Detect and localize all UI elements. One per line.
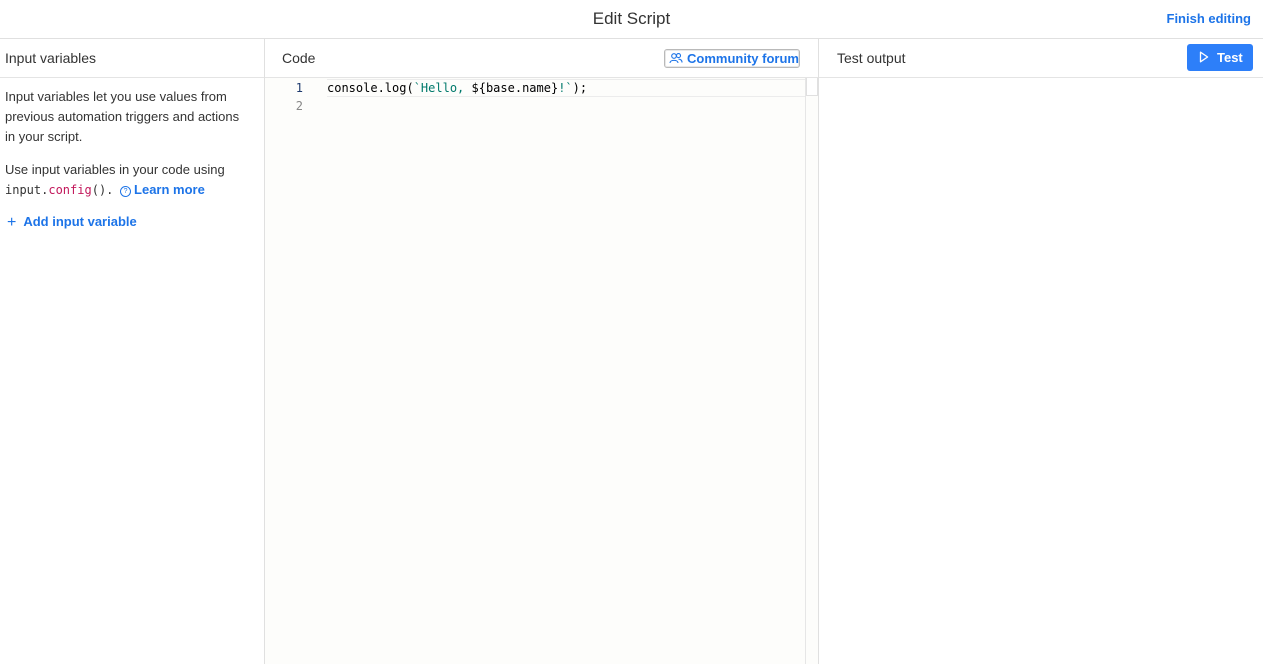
help-icon[interactable]: ? xyxy=(120,186,132,197)
input-variables-title: Input variables xyxy=(5,50,97,66)
top-bar: Edit Script Finish editing xyxy=(0,0,1263,39)
play-icon xyxy=(1199,51,1209,63)
usage-code: input.config(). xyxy=(5,183,113,197)
test-button[interactable]: Test xyxy=(1187,44,1253,71)
finish-editing-button[interactable]: Finish editing xyxy=(1167,11,1252,26)
code-header: Code Community forum xyxy=(265,39,818,78)
editor-scrollbar[interactable] xyxy=(806,78,818,96)
input-variables-description: Input variables let you use values from … xyxy=(5,89,240,144)
usage-code-suffix: (). xyxy=(91,183,114,197)
code-token: console.log( xyxy=(327,81,414,95)
code-token: ${base.name} xyxy=(471,81,559,95)
usage-prefix: Use input variables in your code using xyxy=(5,162,225,177)
add-input-variable-button[interactable]: + Add input variable xyxy=(7,213,137,231)
people-icon xyxy=(669,53,683,64)
code-editor[interactable]: 1 console.log(`Hello, ${base.name}!`); 2 xyxy=(265,78,806,664)
test-button-label: Test xyxy=(1217,50,1243,65)
line-number: 2 xyxy=(295,99,303,113)
code-line[interactable] xyxy=(327,97,805,115)
input-variables-header: Input variables xyxy=(0,39,264,78)
line-number: 1 xyxy=(295,81,303,95)
code-string-token: !` xyxy=(558,81,573,95)
input-variables-usage: Use input variables in your code using i… xyxy=(5,160,252,200)
usage-code-function: config xyxy=(48,183,92,197)
community-forum-label: Community forum xyxy=(687,51,799,66)
test-output-title: Test output xyxy=(837,50,906,66)
community-forum-button[interactable]: Community forum xyxy=(664,49,800,68)
test-output-panel: Test output Test xyxy=(819,39,1263,664)
page-title: Edit Script xyxy=(592,9,671,28)
input-variables-help: Input variables let you use values from … xyxy=(5,87,252,213)
code-string-token: `Hello, xyxy=(413,81,472,95)
code-panel: Code Community forum 1 console.log(`Hell… xyxy=(265,39,819,664)
add-input-variable-label: Add input variable xyxy=(23,214,137,229)
code-token: ); xyxy=(572,81,588,95)
code-line[interactable]: console.log(`Hello, ${base.name}!`); xyxy=(327,79,805,97)
edit-script-app: Edit Script Finish editing Input variabl… xyxy=(0,0,1263,664)
plus-icon: + xyxy=(7,214,17,231)
learn-more-link[interactable]: Learn more xyxy=(134,182,205,197)
input-variables-panel: Input variables Input variables let you … xyxy=(0,39,265,664)
test-output-header: Test output Test xyxy=(819,39,1263,78)
usage-code-object: input. xyxy=(5,183,49,197)
code-title: Code xyxy=(282,50,316,66)
test-output-area xyxy=(819,78,1263,664)
